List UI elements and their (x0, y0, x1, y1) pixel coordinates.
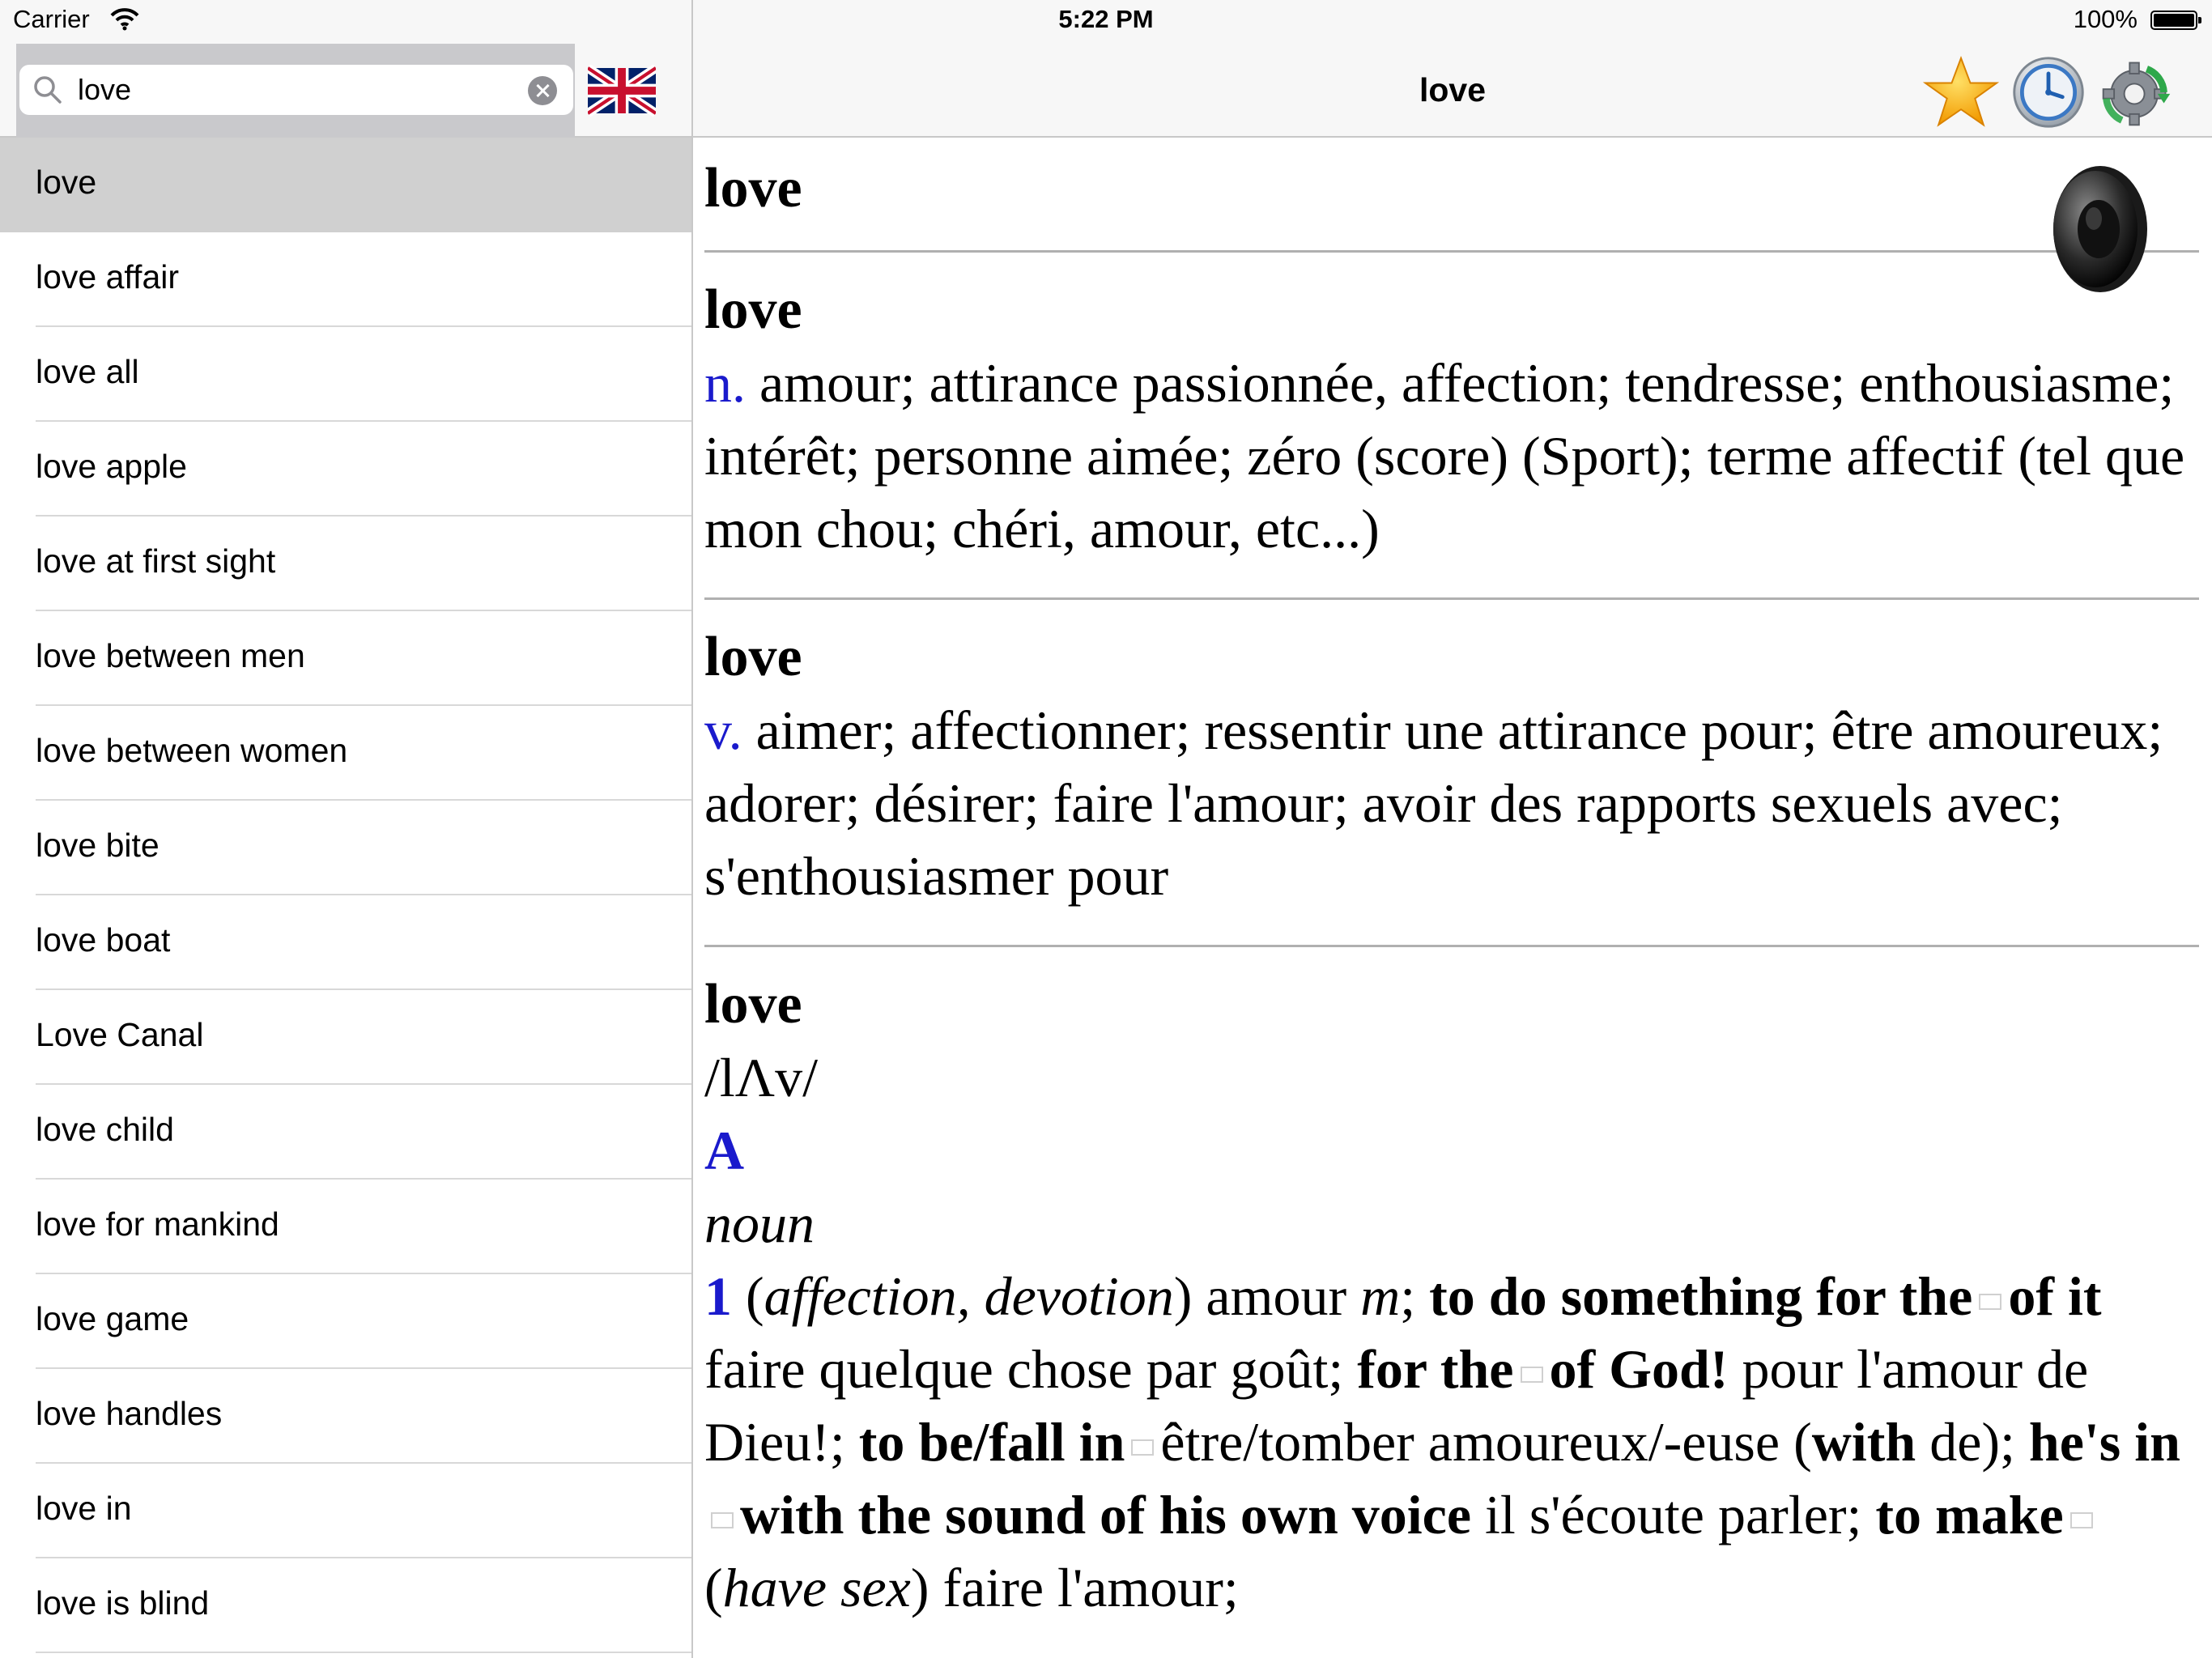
settings-refresh-icon[interactable] (2097, 53, 2175, 131)
definition: n. amour; attirance passionnée, affectio… (704, 346, 2199, 565)
part-of-speech: v. (704, 699, 742, 761)
clear-icon[interactable] (528, 76, 557, 105)
word-list-pane: love love affair love all love apple lov… (0, 0, 691, 1658)
list-item[interactable]: love at first sight (0, 517, 691, 611)
entry-noun: love n. amour; attirance passionnée, aff… (704, 253, 2199, 600)
list-item[interactable]: love apple (0, 422, 691, 517)
word-list: love love affair love all love apple lov… (0, 138, 691, 1653)
list-item[interactable]: love in (0, 1464, 691, 1558)
search-input[interactable] (78, 70, 515, 110)
list-item[interactable]: love bite (0, 801, 691, 895)
list-item[interactable]: love between men (0, 611, 691, 706)
list-item-label: love boat (36, 921, 171, 959)
sense-number: 1 (704, 1265, 732, 1327)
list-item[interactable]: Love Canal (0, 990, 691, 1085)
list-item[interactable]: love for mankind (0, 1180, 691, 1274)
list-item-label: love apple (36, 448, 187, 485)
list-item-label: Love Canal (36, 1016, 204, 1053)
part-of-speech: n. (704, 352, 746, 414)
status-time: 5:22 PM (1058, 5, 1154, 33)
list-item[interactable]: love boat (0, 895, 691, 990)
list-item-label: love at first sight (36, 542, 276, 580)
part-of-speech: noun (704, 1192, 815, 1254)
entry-verb: love v. aimer; affectionner; ressentir u… (704, 600, 2199, 947)
headword: love (704, 157, 802, 219)
placeholder-box (1520, 1367, 1543, 1384)
headword: love (704, 973, 802, 1035)
headword: love (704, 626, 802, 688)
list-item[interactable]: love child (0, 1085, 691, 1180)
list-item-label: love between women (36, 732, 348, 769)
placeholder-box (711, 1512, 734, 1529)
clock-icon[interactable] (2010, 53, 2087, 131)
placeholder-box (1979, 1294, 2002, 1311)
list-item-label: love is blind (36, 1584, 210, 1622)
list-item[interactable]: love is blind (0, 1558, 691, 1653)
entry-full: love /lΛv/ A noun 1 (affection, devotion… (704, 947, 2199, 1624)
entry-header: love (704, 138, 2199, 253)
part-letter: A (704, 1120, 745, 1181)
definition-text: amour; attirance passionnée, affection; … (704, 352, 2185, 559)
battery-percent: 100% (2073, 5, 2138, 33)
list-item[interactable]: love all (0, 327, 691, 422)
list-item[interactable]: love handles (0, 1369, 691, 1464)
search-field[interactable] (19, 65, 573, 115)
list-item[interactable]: love (0, 138, 691, 232)
status-bar: Carrier 5:22 PM 100% (0, 0, 2212, 44)
list-item-label: love bite (36, 827, 160, 864)
list-item[interactable]: love affair (0, 232, 691, 327)
pronunciation: /lΛv/ (704, 1047, 818, 1108)
list-item-label: love for mankind (36, 1205, 279, 1243)
list-item-label: love affair (36, 258, 180, 295)
placeholder-box (1131, 1439, 1155, 1456)
list-item[interactable]: love between women (0, 706, 691, 801)
list-item-label: love all (36, 353, 139, 390)
list-item-label: love child (36, 1111, 174, 1148)
list-item-label: love between men (36, 637, 305, 674)
definition-text: aimer; affectionner; ressentir une attir… (704, 699, 2163, 907)
speaker-icon[interactable] (2035, 160, 2157, 298)
list-item-label: love handles (36, 1395, 223, 1432)
sense-1: 1 (affection, devotion) amour m; to do s… (704, 1265, 2180, 1618)
star-icon[interactable] (1922, 53, 2000, 131)
definition: v. aimer; affectionner; ressentir une at… (704, 694, 2199, 912)
search-icon (34, 76, 62, 104)
battery-icon (2150, 11, 2201, 30)
placeholder-box (2069, 1512, 2093, 1529)
list-item[interactable]: love game (0, 1274, 691, 1369)
entry-content: love love n. amour; attirance passionnée… (704, 138, 2199, 1624)
uk-flag-icon[interactable] (588, 65, 656, 117)
entry-pane: love love love n. amour; attirance passi… (693, 0, 2212, 1658)
list-item-label: love (36, 164, 97, 201)
headword: love (704, 278, 802, 341)
list-item-label: love in (36, 1490, 132, 1527)
list-item-label: love game (36, 1300, 189, 1337)
